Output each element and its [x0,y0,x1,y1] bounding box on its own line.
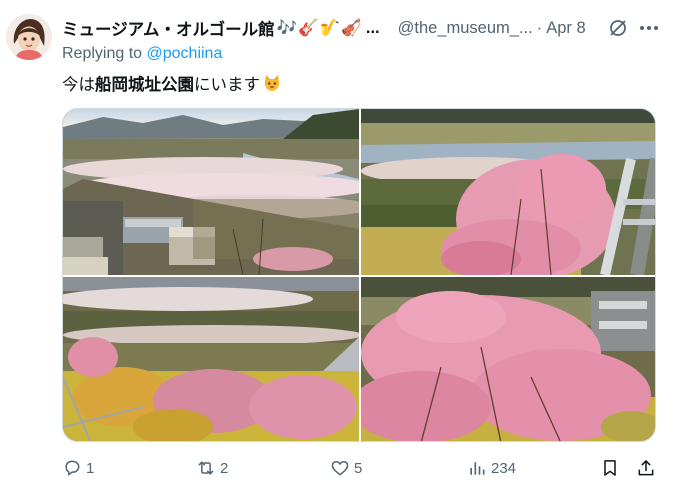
name-truncation: ... [365,18,380,37]
reply-count: 1 [86,459,95,477]
bookmark-button[interactable] [600,456,620,480]
views-icon [470,462,485,475]
guitar-emoji: 🎸 [298,18,319,37]
photo-1[interactable] [63,109,359,275]
notes-emoji: 🎶 [276,18,298,37]
share-button[interactable] [636,456,656,480]
views-count: 234 [491,459,517,477]
share-icon [638,460,654,476]
like-count: 5 [354,459,363,477]
heart-icon [331,461,349,476]
cat-face-icon [262,73,282,93]
photo-4[interactable] [361,277,655,441]
mention-link[interactable]: @pochiina [147,45,223,62]
bookmark-icon [604,460,616,476]
saxophone-emoji: 🎷 [319,18,341,37]
text-highlight: 船岡城址公園 [95,76,194,94]
photo-3[interactable] [63,277,359,441]
replying-prefix: Replying to [62,45,147,62]
name-emojis: 🎶 🎸 🎷 🎻 [277,19,362,38]
photo-2[interactable] [361,109,655,275]
reply-button[interactable]: 1 [62,456,94,480]
separator-dot: · [536,18,543,37]
tweet-date[interactable]: Apr 8 [546,19,585,38]
replying-to: Replying to @pochiina [62,45,222,63]
display-name[interactable]: ミュージアム・オルゴール館 [62,16,275,40]
like-button[interactable]: 5 [330,456,362,480]
action-bar: 1 2 5 234 [62,456,662,480]
text-before: 今は [62,76,95,94]
tweet-header: ミュージアム・オルゴール館 🎶 🎸 🎷 🎻 ... @the_museum_..… [62,16,662,40]
user-handle[interactable]: @the_museum_... [398,19,533,38]
retweet-count: 2 [220,459,229,477]
reply-icon [65,460,80,476]
views-button[interactable]: 234 [467,456,516,480]
media-grid [62,108,656,442]
retweet-button[interactable]: 2 [196,456,228,480]
retweet-icon [198,461,214,475]
more-icon[interactable] [638,18,660,38]
avatar[interactable] [6,14,52,60]
tweet-text: 今は 船岡城址公園 にいます [62,71,282,95]
grok-icon[interactable] [608,18,628,38]
violin-emoji: 🎻 [341,18,362,37]
text-after: にいます [194,76,260,94]
